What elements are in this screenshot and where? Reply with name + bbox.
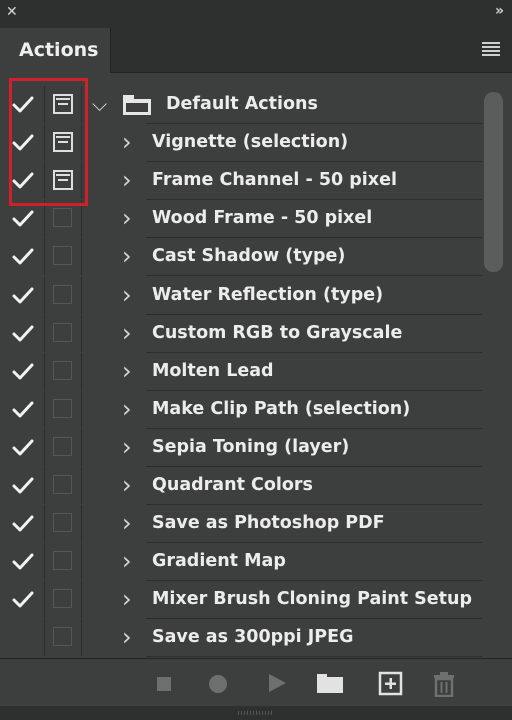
action-row[interactable]: › Save as 300ppi JPEG <box>0 619 482 657</box>
toggle-dialog-cell[interactable] <box>45 505 82 542</box>
action-label: Save as Photoshop PDF <box>152 513 385 533</box>
tab-actions-label: Actions <box>19 39 99 61</box>
row-divider <box>146 275 482 276</box>
chevron-right-icon[interactable]: › <box>122 238 132 275</box>
toggle-item-cell[interactable] <box>0 505 45 542</box>
action-row[interactable]: › Gradient Map <box>0 543 482 581</box>
toggle-dialog-cell[interactable] <box>45 619 82 656</box>
toggle-dialog-cell[interactable] <box>45 543 82 580</box>
chevron-down-icon[interactable]: ⌵ <box>92 86 107 123</box>
action-label: Wood Frame - 50 pixel <box>152 208 373 228</box>
dialog-off-box[interactable] <box>53 323 72 342</box>
dialog-off-box[interactable] <box>53 437 72 456</box>
toggle-dialog-cell[interactable] <box>45 238 82 275</box>
action-set-label: Default Actions <box>166 94 318 114</box>
toggle-dialog-cell[interactable] <box>45 353 82 390</box>
toggle-item-cell[interactable] <box>0 315 45 352</box>
action-label: Custom RGB to Grayscale <box>152 323 403 343</box>
folder-icon <box>123 95 151 115</box>
action-label: Vignette (selection) <box>152 132 349 152</box>
action-row[interactable]: › Make Clip Path (selection) <box>0 391 482 429</box>
dialog-off-box[interactable] <box>53 208 72 227</box>
new-set-folder-icon[interactable] <box>316 671 343 697</box>
toggle-item-cell[interactable] <box>0 353 45 390</box>
action-label: Make Clip Path (selection) <box>152 399 411 419</box>
double-chevron-right-icon[interactable]: » <box>495 3 504 19</box>
dialog-off-box[interactable] <box>53 285 72 304</box>
close-icon[interactable]: ✕ <box>6 4 18 20</box>
toggle-dialog-cell[interactable] <box>45 429 82 466</box>
action-row[interactable]: › Molten Lead <box>0 353 482 391</box>
chevron-right-icon[interactable]: › <box>122 429 132 466</box>
action-label: Quadrant Colors <box>152 475 313 495</box>
chevron-right-icon[interactable]: › <box>122 124 132 161</box>
dialog-off-box[interactable] <box>53 551 72 570</box>
panel-title-bar: ✕ » <box>0 0 512 28</box>
action-row[interactable]: › Water Reflection (type) <box>0 277 482 315</box>
chevron-right-icon[interactable]: › <box>122 467 132 504</box>
dialog-off-box[interactable] <box>53 475 72 494</box>
dialog-off-box[interactable] <box>53 361 72 380</box>
action-label: Frame Channel - 50 pixel <box>152 170 397 190</box>
dialog-off-box[interactable] <box>53 513 72 532</box>
chevron-right-icon[interactable]: › <box>122 277 132 314</box>
toggle-item-cell[interactable] <box>0 277 45 314</box>
toggle-dialog-cell[interactable] <box>45 467 82 504</box>
chevron-right-icon[interactable]: › <box>122 619 132 656</box>
chevron-right-icon[interactable]: › <box>122 505 132 542</box>
chevron-right-icon[interactable]: › <box>122 353 132 390</box>
chevron-right-icon[interactable]: › <box>122 543 132 580</box>
dialog-off-box[interactable] <box>53 246 72 265</box>
action-row[interactable]: › Custom RGB to Grayscale <box>0 315 482 353</box>
action-row[interactable]: › Cast Shadow (type) <box>0 238 482 276</box>
action-label: Mixer Brush Cloning Paint Setup <box>152 589 472 609</box>
scrollbar-thumb[interactable] <box>484 92 503 272</box>
stop-icon[interactable] <box>154 671 180 697</box>
action-label: Gradient Map <box>152 551 286 571</box>
toggle-item-cell[interactable] <box>0 391 45 428</box>
chevron-right-icon[interactable]: › <box>122 315 132 352</box>
panel-tab-bar: Actions <box>0 28 512 73</box>
new-action-icon[interactable] <box>378 671 404 697</box>
toggle-item-cell[interactable] <box>0 543 45 580</box>
toggle-dialog-cell[interactable] <box>45 315 82 352</box>
toggle-dialog-cell[interactable] <box>45 391 82 428</box>
action-row[interactable]: › Sepia Toning (layer) <box>0 429 482 467</box>
toggle-item-cell[interactable] <box>0 238 45 275</box>
dialog-toggle-highlight-box <box>9 78 88 206</box>
actions-toolbar <box>0 658 512 707</box>
chevron-right-icon[interactable]: › <box>122 200 132 237</box>
toggle-dialog-cell[interactable] <box>45 277 82 314</box>
dialog-off-box[interactable] <box>53 589 72 608</box>
toggle-item-cell[interactable] <box>0 467 45 504</box>
toggle-item-cell[interactable] <box>0 429 45 466</box>
row-divider <box>146 656 482 657</box>
chevron-right-icon[interactable]: › <box>122 391 132 428</box>
action-row[interactable]: › Quadrant Colors <box>0 467 482 505</box>
toggle-dialog-cell[interactable] <box>45 581 82 618</box>
record-icon[interactable] <box>206 671 232 697</box>
panel-resize-grip[interactable] <box>0 706 512 720</box>
action-label: Water Reflection (type) <box>152 285 384 305</box>
dialog-off-box[interactable] <box>53 399 72 418</box>
toggle-item-cell[interactable] <box>0 619 45 656</box>
chevron-right-icon[interactable]: › <box>122 162 132 199</box>
dialog-off-box[interactable] <box>53 627 72 646</box>
chevron-right-icon[interactable]: › <box>122 581 132 618</box>
hamburger-menu-icon[interactable] <box>482 42 500 58</box>
toggle-item-cell[interactable] <box>0 581 45 618</box>
tab-actions[interactable]: Actions <box>0 28 111 73</box>
action-row[interactable]: › Save as Photoshop PDF <box>0 505 482 543</box>
action-row[interactable]: › Mixer Brush Cloning Paint Setup <box>0 581 482 619</box>
action-label: Cast Shadow (type) <box>152 246 346 266</box>
play-icon[interactable] <box>266 671 292 697</box>
action-label: Molten Lead <box>152 361 274 381</box>
action-label: Save as 300ppi JPEG <box>152 627 354 647</box>
trash-icon[interactable] <box>432 671 458 698</box>
action-label: Sepia Toning (layer) <box>152 437 350 457</box>
